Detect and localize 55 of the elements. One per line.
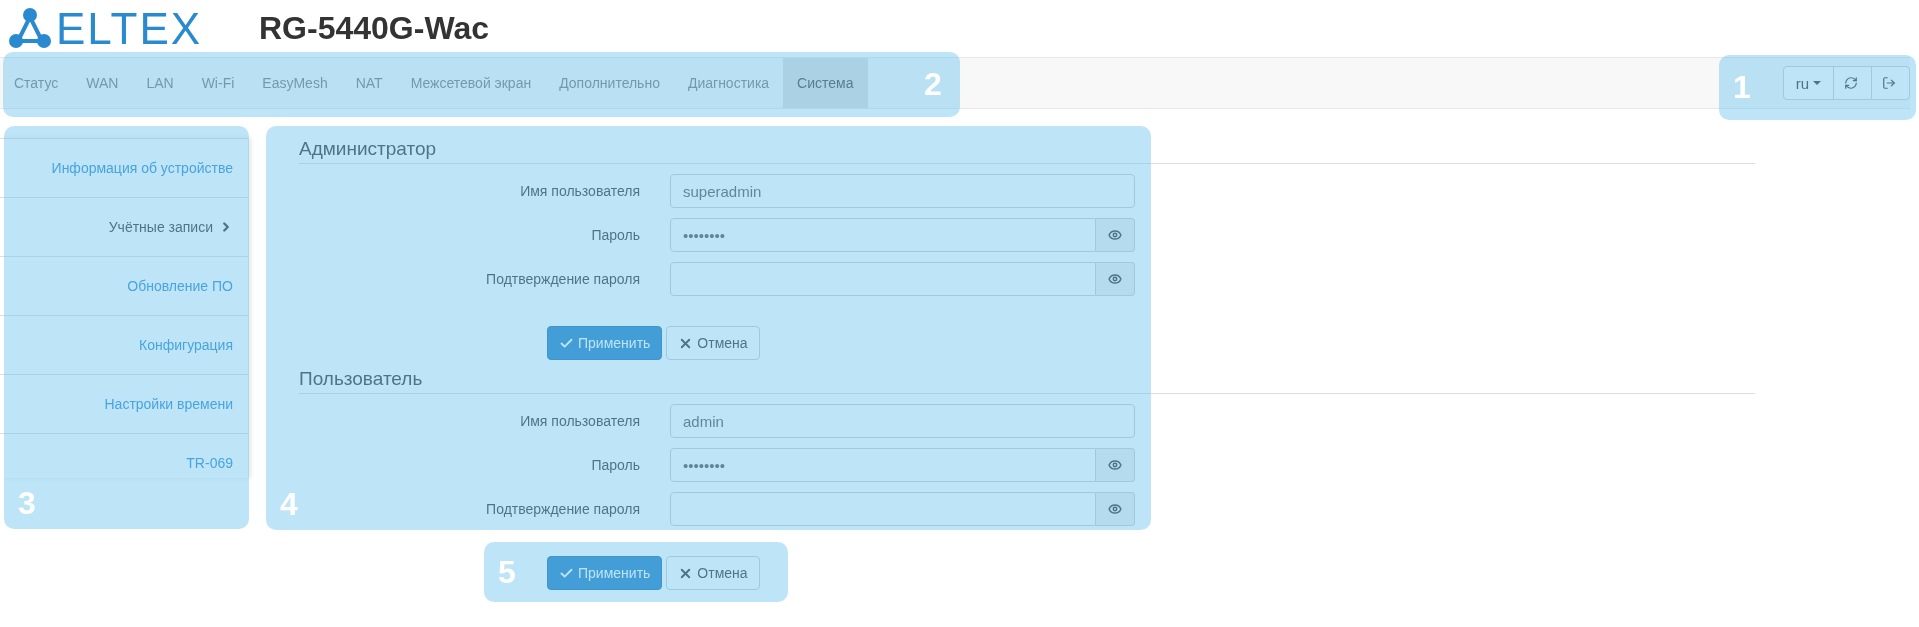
- eye-icon: [1108, 502, 1122, 516]
- nav-tab[interactable]: EasyMesh: [248, 58, 342, 108]
- nav-tab[interactable]: Дополнительно: [545, 58, 674, 108]
- password-field[interactable]: [670, 492, 1096, 526]
- cancel-button[interactable]: Отмена: [666, 326, 760, 360]
- password-field[interactable]: ••••••••: [670, 218, 1096, 252]
- field-label: Пароль: [590, 227, 640, 243]
- field-label: Подтверждение пароля: [485, 501, 640, 517]
- eye-icon: [1108, 228, 1122, 242]
- field-label: Подтверждение пароля: [485, 271, 640, 287]
- section-heading: Пользователь: [299, 368, 1755, 394]
- nav-tab[interactable]: Система: [783, 58, 868, 108]
- refresh-icon: [1844, 76, 1858, 90]
- logo-text: ELTEX: [56, 6, 203, 51]
- password-field[interactable]: ••••••••: [670, 448, 1096, 482]
- callout-number: 2: [924, 68, 942, 100]
- nav-tab[interactable]: Межсетевой экран: [396, 58, 546, 108]
- sidebar-item[interactable]: Конфигурация: [0, 315, 248, 374]
- show-password-button[interactable]: [1096, 218, 1135, 252]
- page-title: RG-5440G-Wac: [259, 10, 489, 47]
- callout-number: 5: [498, 556, 516, 588]
- nav-tab[interactable]: NAT: [341, 58, 397, 108]
- nav-tab[interactable]: LAN: [132, 58, 188, 108]
- show-password-button[interactable]: [1096, 448, 1135, 482]
- sidebar-item[interactable]: Обновление ПО: [0, 256, 248, 315]
- nav-tab[interactable]: Диагностика: [673, 58, 784, 108]
- apply-button[interactable]: Применить: [547, 326, 663, 360]
- refresh-button[interactable]: [1833, 66, 1872, 100]
- logout-button[interactable]: [1871, 66, 1910, 100]
- show-password-button[interactable]: [1096, 262, 1135, 296]
- sidebar-item[interactable]: TR-069: [0, 433, 248, 492]
- language-dropdown[interactable]: ru: [1782, 66, 1834, 100]
- field-label: Имя пользователя: [519, 413, 640, 429]
- show-password-button[interactable]: [1096, 492, 1135, 526]
- password-field[interactable]: [670, 262, 1096, 296]
- apply-button[interactable]: Применить: [547, 556, 663, 590]
- nav-tab[interactable]: Wi-Fi: [187, 58, 249, 108]
- sidebar-item[interactable]: Настройки времени: [0, 374, 248, 433]
- field-label: Имя пользователя: [519, 183, 640, 199]
- nav-tab[interactable]: Статус: [0, 58, 73, 108]
- sidebar-item[interactable]: Информация об устройстве: [0, 138, 248, 197]
- username-field[interactable]: admin: [670, 404, 1135, 438]
- sidebar-item[interactable]: Учётные записи: [0, 197, 248, 256]
- callout-number: 1: [1733, 71, 1751, 103]
- caret-icon: [1813, 81, 1821, 85]
- eye-icon: [1108, 458, 1122, 472]
- cancel-button[interactable]: Отмена: [666, 556, 760, 590]
- field-label: Пароль: [590, 457, 640, 473]
- nav-tab[interactable]: WAN: [72, 58, 133, 108]
- logo-icon: [8, 6, 52, 51]
- logout-icon: [1882, 76, 1896, 90]
- eye-icon: [1108, 272, 1122, 286]
- section-heading: Администратор: [299, 138, 1755, 164]
- username-field[interactable]: superadmin: [670, 174, 1135, 208]
- callout-number: 4: [280, 488, 298, 520]
